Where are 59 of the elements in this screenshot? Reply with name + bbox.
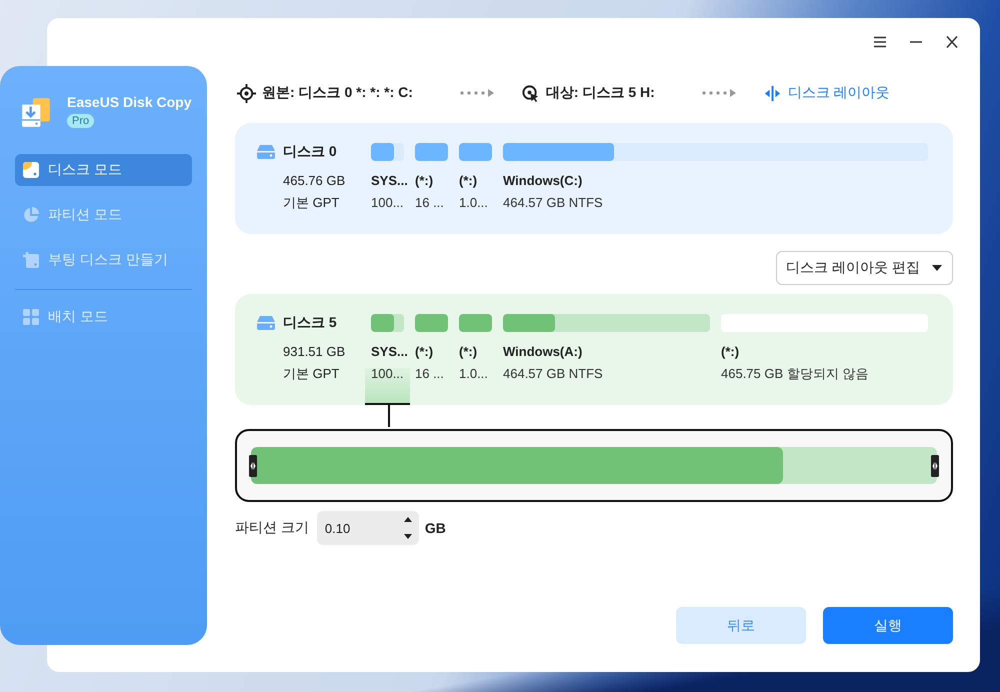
handle-icon[interactable]: [931, 454, 939, 476]
partition-bar[interactable]: [503, 143, 928, 161]
target-cursor-icon: [520, 84, 540, 102]
disk-type: 기본 GPT: [282, 365, 340, 383]
partition-detail: 16 ...: [415, 194, 445, 212]
partition-bar[interactable]: [459, 314, 492, 332]
dotted-arrow-icon: [700, 89, 737, 97]
execute-button[interactable]: 실행: [823, 607, 953, 644]
partition-bar[interactable]: [415, 314, 448, 332]
size-label: 파티션 크기: [235, 519, 309, 537]
partition-detail: 464.57 GB NTFS: [503, 365, 604, 383]
size-input[interactable]: 0.10: [316, 511, 419, 545]
close-icon[interactable]: [945, 36, 959, 48]
caret-icon: [932, 265, 942, 271]
back-button[interactable]: 뒤로: [676, 607, 806, 644]
partition-bar[interactable]: [503, 314, 710, 332]
partition-detail: 100...: [371, 365, 404, 383]
resize-icon: [762, 84, 782, 102]
disk-type: 기본 GPT: [282, 194, 340, 212]
resize-slider[interactable]: [235, 429, 953, 502]
partition-name: (*:): [415, 343, 434, 361]
nav-item[interactable]: 디스크 모드: [15, 154, 192, 186]
partition-name: (*:): [459, 343, 478, 361]
unit-label: GB: [424, 520, 446, 536]
partition-bar[interactable]: [371, 314, 404, 332]
partition-detail: 1.0...: [459, 194, 489, 212]
partition-bar[interactable]: [371, 143, 404, 161]
partition-detail: 1.0...: [459, 365, 489, 383]
disk-size: 465.76 GB: [282, 172, 346, 190]
step-label: 대상: 디스크 5 H:: [546, 84, 655, 102]
spinner-icon[interactable]: [402, 515, 413, 541]
partition-bar[interactable]: [415, 143, 448, 161]
drive-icon: [257, 145, 275, 159]
disk-name: 디스크 5: [283, 314, 337, 332]
partition-name: (*:): [459, 172, 478, 190]
crosshair-icon: [237, 84, 256, 102]
app-name: EaseUS Disk Copy: [67, 94, 192, 110]
partition-detail: 100...: [371, 194, 404, 212]
partition-name: (*:): [721, 343, 740, 361]
edition-badge: Pro: [67, 114, 94, 128]
menu-icon[interactable]: [873, 36, 887, 48]
partition-detail: 16 ...: [415, 365, 445, 383]
dotted-arrow-icon: [458, 89, 495, 97]
pie-chart-icon: [23, 207, 39, 223]
partition-name: (*:): [415, 172, 434, 190]
partition-name: Windows(A:): [503, 343, 584, 361]
drive-icon: [257, 316, 275, 330]
layout-dropdown[interactable]: 디스크 레이아웃 편집: [776, 251, 953, 285]
handle-icon[interactable]: [249, 454, 257, 476]
partition-detail: 465.75 GB 할당되지 않음: [721, 365, 870, 383]
partition-name: Windows(C:): [503, 172, 584, 190]
app-logo-icon: [19, 96, 53, 130]
step-label: 원본: 디스크 0 *: *: *: C:: [262, 84, 413, 102]
grid-icon: [23, 309, 39, 325]
partition-detail: 464.57 GB NTFS: [503, 194, 604, 212]
disk-name: 디스크 0: [283, 143, 337, 161]
current-step-link[interactable]: 디스크 레이아웃: [788, 84, 890, 102]
partition-bar[interactable]: [459, 143, 492, 161]
disk-size: 931.51 GB: [282, 343, 346, 361]
